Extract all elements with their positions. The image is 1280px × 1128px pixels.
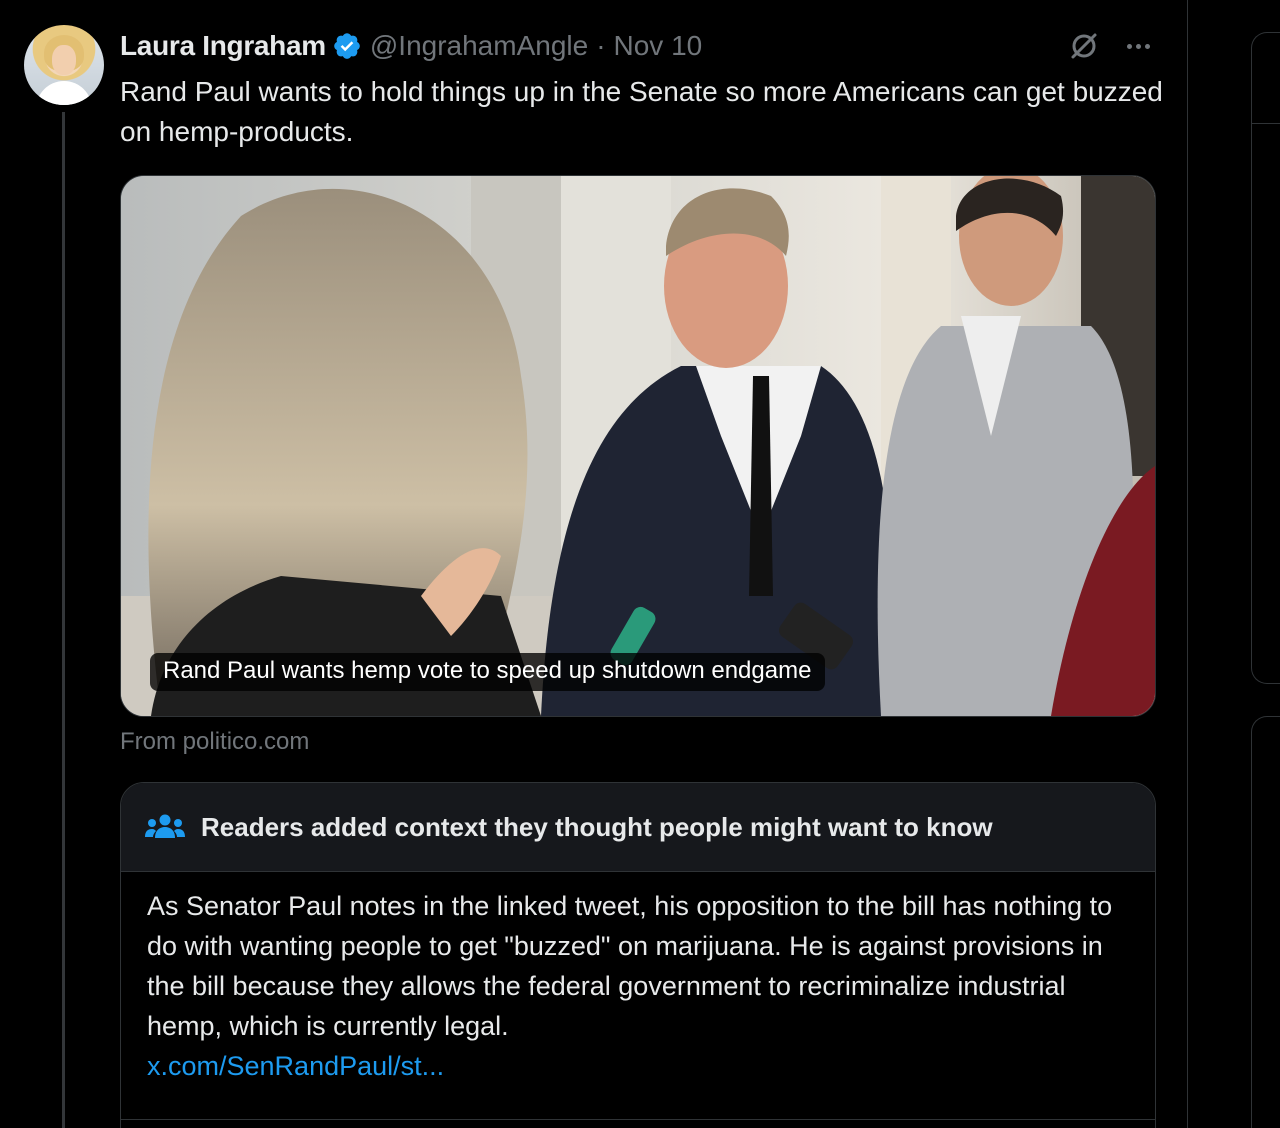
thread-connector-line xyxy=(62,112,65,1128)
separator-dot: · xyxy=(596,30,606,61)
grok-icon[interactable] xyxy=(1066,28,1102,64)
column-divider xyxy=(1187,0,1188,1128)
community-note-body: As Senator Paul notes in the linked twee… xyxy=(121,872,1155,1086)
tweet-text: Rand Paul wants to hold things up in the… xyxy=(120,76,1163,147)
tweet-page: Laura Ingraham @IngrahamAngle · Nov 10 R… xyxy=(0,0,1280,1128)
tweet-header: Laura Ingraham @IngrahamAngle · Nov 10 xyxy=(120,28,702,64)
community-note-title: Readers added context they thought peopl… xyxy=(201,811,993,842)
link-source[interactable]: From politico.com xyxy=(120,724,309,760)
community-note-header: Readers added context they thought peopl… xyxy=(121,783,1155,872)
link-card-image xyxy=(121,176,1155,716)
author-name[interactable]: Laura Ingraham xyxy=(120,30,326,62)
community-note-link[interactable]: x.com/SenRandPaul/st... xyxy=(147,1046,1129,1086)
link-card[interactable]: Rand Paul wants hemp vote to speed up sh… xyxy=(120,175,1156,717)
sidebar-panel-bottom xyxy=(1251,716,1280,1128)
avatar[interactable] xyxy=(24,25,104,105)
divider xyxy=(121,1119,1155,1120)
sidebar-panel-top xyxy=(1251,32,1280,684)
author-handle[interactable]: @IngrahamAngle xyxy=(370,30,588,62)
more-icon[interactable] xyxy=(1120,30,1156,62)
link-card-title: Rand Paul wants hemp vote to speed up sh… xyxy=(150,653,826,691)
people-icon xyxy=(145,814,185,838)
verified-badge-icon[interactable] xyxy=(332,31,362,61)
community-note: Readers added context they thought peopl… xyxy=(120,782,1156,1128)
tweet-date[interactable]: Nov 10 xyxy=(614,30,703,62)
community-note-text: As Senator Paul notes in the linked twee… xyxy=(147,891,1113,1041)
